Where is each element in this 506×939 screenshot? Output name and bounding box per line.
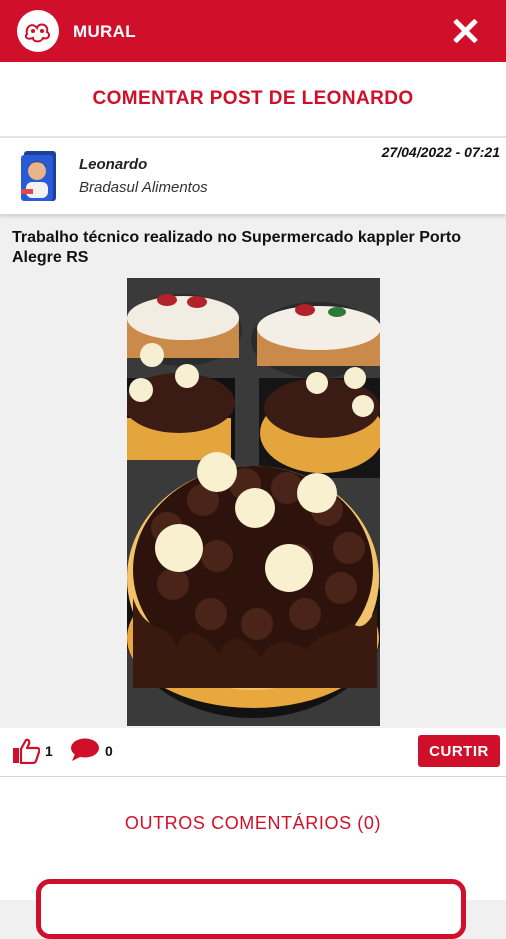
post-stats-bar: 1 0 CURTIR	[0, 728, 506, 777]
app-title: MURAL	[73, 22, 136, 41]
comment-input[interactable]	[36, 879, 466, 939]
cake-photo	[127, 278, 380, 726]
post-timestamp: 27/04/2022 - 07:21	[381, 144, 500, 160]
page-header: COMENTAR POST DE LEONARDO	[0, 62, 506, 138]
close-icon[interactable]	[452, 18, 478, 44]
post-author-card: Leonardo Bradasul Alimentos 27/04/2022 -…	[0, 138, 506, 215]
comment-count: 0	[105, 743, 113, 759]
author-company: Bradasul Alimentos	[79, 179, 208, 196]
post-image[interactable]	[127, 278, 380, 726]
avatar[interactable]	[18, 149, 60, 203]
other-comments-title: OUTROS COMENTÁRIOS (0)	[124, 813, 382, 833]
like-count: 1	[45, 743, 53, 759]
like-button[interactable]: CURTIR	[418, 735, 500, 767]
other-comments-section: OUTROS COMENTÁRIOS (0)	[0, 777, 506, 939]
post-text: Trabalho técnico realizado no Supermerca…	[12, 229, 461, 266]
page-title: COMENTAR POST DE LEONARDO	[92, 88, 414, 109]
comment-icon	[71, 738, 99, 761]
author-name[interactable]: Leonardo	[79, 156, 147, 173]
brand-logo	[17, 10, 59, 52]
thumbs-up-icon[interactable]	[12, 738, 40, 764]
logo-icon	[24, 23, 51, 43]
top-bar: MURAL	[0, 0, 506, 62]
